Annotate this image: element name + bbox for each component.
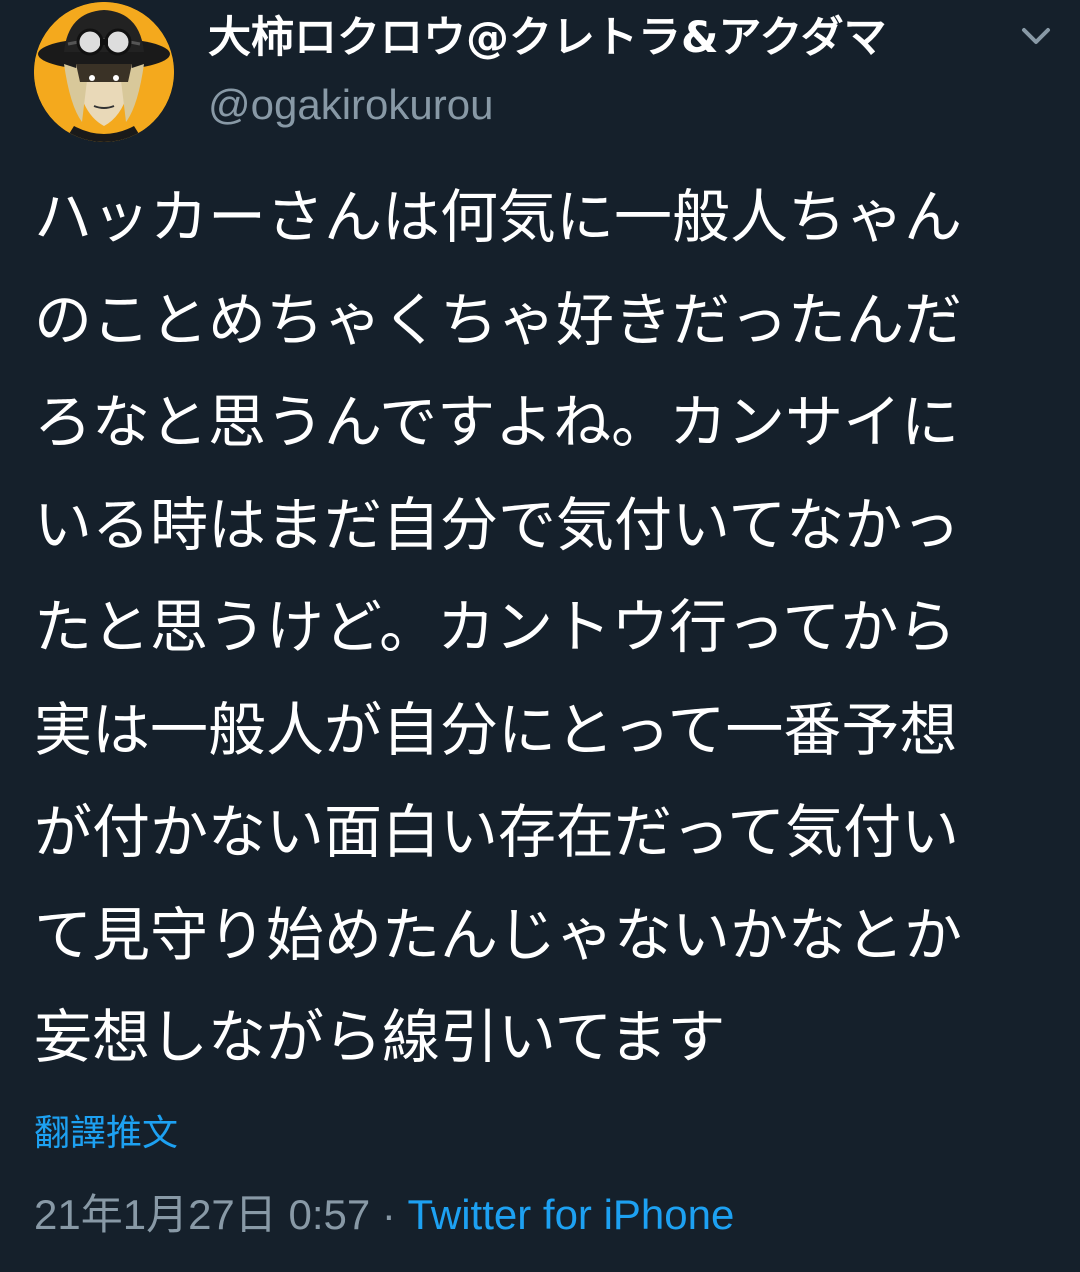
tweet-text-line: いる時はまだ自分で気付いてなかっ	[34, 490, 961, 559]
meta-separator: ·	[370, 1191, 408, 1238]
chevron-down-icon[interactable]	[1016, 20, 1056, 54]
display-name[interactable]: 大柿ロクロウ@クレトラ&アクダマ	[208, 12, 887, 64]
avatar[interactable]	[34, 2, 174, 142]
tweet-text-line: たと思うけど。カントウ行ってから	[34, 593, 957, 661]
tweet-text-line: て見守り始めたんじゃないかなとか	[34, 900, 963, 969]
tweet-text-line: のことめちゃくちゃ好きだったんだ	[34, 285, 963, 354]
tweet-detail: 大柿ロクロウ@クレトラ&アクダマ @ogakirokurou ハッカーさんは何気…	[0, 0, 1080, 1272]
tweet-text-line: ハッカーさんは何気に一般人ちゃん	[34, 183, 963, 251]
tweet-text-line: 実は一般人が自分にとって一番予想	[34, 695, 958, 764]
tweet-text-line: が付かない面白い存在だって気付い	[34, 798, 960, 866]
tweet-header: 大柿ロクロウ@クレトラ&アクダマ @ogakirokurou	[0, 0, 1080, 160]
tweet-text-line: 妄想しながら線引いてます	[34, 1003, 726, 1071]
timestamp[interactable]: 21年1月27日 0:57	[34, 1191, 370, 1238]
source-link[interactable]: Twitter for iPhone	[408, 1191, 735, 1238]
tweet-meta: 21年1月27日 0:57 · Twitter for iPhone	[34, 1188, 734, 1242]
tweet-text-line: ろなと思うんですよね。カンサイに	[34, 388, 960, 456]
translate-tweet-link[interactable]: 翻譯推文	[34, 1110, 178, 1158]
tweet-text: ハッカーさんは何気に一般人ちゃん のことめちゃくちゃ好きだったんだ ろなと思うん…	[34, 166, 1054, 1089]
user-handle[interactable]: @ogakirokurou	[208, 80, 493, 130]
avatar-illustration-icon	[34, 2, 174, 142]
